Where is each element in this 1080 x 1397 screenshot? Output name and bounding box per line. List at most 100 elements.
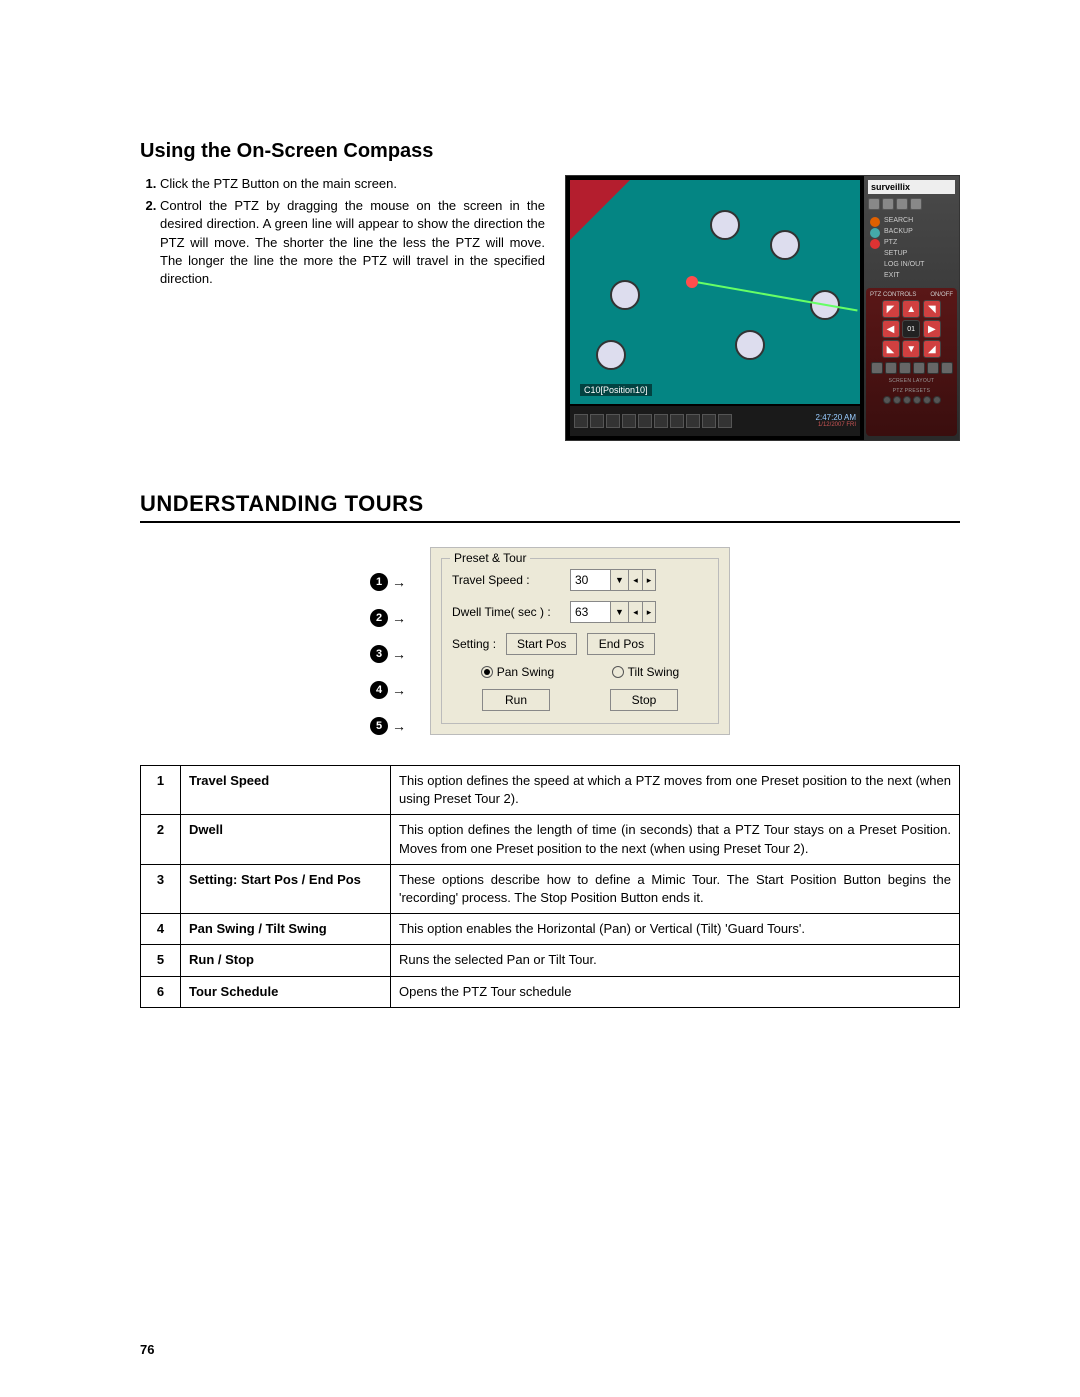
layout-icon[interactable] xyxy=(670,414,684,428)
preset-dot[interactable] xyxy=(923,396,931,404)
page-number: 76 xyxy=(140,1342,154,1357)
pan-swing-radio[interactable]: Pan Swing xyxy=(481,665,554,679)
layout-icon[interactable] xyxy=(638,414,652,428)
side-link-loginout[interactable]: LOG IN/OUT xyxy=(868,260,955,269)
ptz-focus-near[interactable] xyxy=(899,362,911,374)
preset-tour-dialog: Preset & Tour Travel Speed : ▼ ◂▸ Dwell … xyxy=(430,547,730,735)
preset-dot[interactable] xyxy=(883,396,891,404)
row-description: Runs the selected Pan or Tilt Tour. xyxy=(391,945,960,976)
row-number: 3 xyxy=(141,864,181,913)
callout-1: 1→ xyxy=(370,573,430,591)
ptz-zoom-in[interactable] xyxy=(885,362,897,374)
row-description: This option defines the length of time (… xyxy=(391,815,960,864)
instruction-step: Click the PTZ Button on the main screen. xyxy=(160,175,545,193)
dwell-time-dec[interactable]: ◂ xyxy=(628,601,642,623)
preset-dot[interactable] xyxy=(893,396,901,404)
run-button[interactable]: Run xyxy=(482,689,550,711)
row-description: This option defines the speed at which a… xyxy=(391,766,960,815)
row-name: Tour Schedule xyxy=(181,976,391,1007)
ptz-label-left: PTZ CONTROLS xyxy=(870,292,916,298)
travel-speed-inc[interactable]: ▸ xyxy=(642,569,656,591)
callout-3: 3→ xyxy=(370,645,430,663)
ptz-up-right[interactable]: ◥ xyxy=(923,300,941,318)
surveillance-screenshot: C10[Position10] surveillix SEARCH BACKUP P… xyxy=(565,175,960,441)
layout-icon[interactable] xyxy=(622,414,636,428)
ptz-down-right[interactable]: ◢ xyxy=(923,340,941,358)
table-row: 3Setting: Start Pos / End PosThese optio… xyxy=(141,864,960,913)
side-link-exit[interactable]: EXIT xyxy=(868,271,955,280)
layout-icon[interactable] xyxy=(718,414,732,428)
layout-icon[interactable] xyxy=(654,414,668,428)
stop-button[interactable]: Stop xyxy=(610,689,678,711)
preset-dot[interactable] xyxy=(933,396,941,404)
row-name: Pan Swing / Tilt Swing xyxy=(181,914,391,945)
ptz-label-right: ON/OFF xyxy=(930,292,953,298)
tours-heading: UNDERSTANDING TOURS xyxy=(140,491,960,523)
arrow-right-icon: → xyxy=(392,718,406,734)
ptz-right[interactable]: ▶ xyxy=(923,320,941,338)
ptz-center[interactable]: 01 xyxy=(902,320,920,338)
tilt-swing-radio[interactable]: Tilt Swing xyxy=(612,665,680,679)
callout-column: 1→2→3→4→5→ xyxy=(370,547,430,735)
extra-button[interactable] xyxy=(910,198,922,210)
close-button[interactable] xyxy=(896,198,908,210)
ptz-focus-far[interactable] xyxy=(913,362,925,374)
side-link-search[interactable]: SEARCH xyxy=(868,216,955,225)
travel-speed-label: Travel Speed : xyxy=(452,573,562,587)
ptz-iris-open[interactable] xyxy=(941,362,953,374)
start-pos-button[interactable]: Start Pos xyxy=(506,633,577,655)
setting-label: Setting : xyxy=(452,637,496,651)
brand-logo: surveillix xyxy=(868,180,955,194)
layout-icon[interactable] xyxy=(686,414,700,428)
table-row: 4Pan Swing / Tilt SwingThis option enabl… xyxy=(141,914,960,945)
layout-icon[interactable] xyxy=(590,414,604,428)
dwell-time-dropdown[interactable]: ▼ xyxy=(610,601,628,623)
travel-speed-input[interactable] xyxy=(570,569,610,591)
preset-dot[interactable] xyxy=(913,396,921,404)
side-link-setup[interactable]: SETUP xyxy=(868,249,955,258)
compass-heading: Using the On-Screen Compass xyxy=(140,140,960,163)
arrow-right-icon: → xyxy=(392,682,406,698)
max-button[interactable] xyxy=(882,198,894,210)
ptz-up-left[interactable]: ◤ xyxy=(882,300,900,318)
end-pos-button[interactable]: End Pos xyxy=(587,633,655,655)
side-link-backup[interactable]: BACKUP xyxy=(868,227,955,236)
camera-feed[interactable]: C10[Position10] xyxy=(570,180,860,404)
dialog-legend: Preset & Tour xyxy=(450,551,530,565)
row-number: 5 xyxy=(141,945,181,976)
layout-icon[interactable] xyxy=(606,414,620,428)
description-table: 1Travel SpeedThis option defines the spe… xyxy=(140,765,960,1008)
layout-icon[interactable] xyxy=(702,414,716,428)
ptz-down-left[interactable]: ◣ xyxy=(882,340,900,358)
ptz-down[interactable]: ▼ xyxy=(902,340,920,358)
travel-speed-dropdown[interactable]: ▼ xyxy=(610,569,628,591)
dwell-time-label: Dwell Time( sec ) : xyxy=(452,605,562,619)
camera-label: C10[Position10] xyxy=(580,384,652,396)
side-link-ptz[interactable]: PTZ xyxy=(868,238,955,247)
row-number: 6 xyxy=(141,976,181,1007)
window-controls xyxy=(868,198,955,210)
ptz-iris-close[interactable] xyxy=(927,362,939,374)
row-name: Dwell xyxy=(181,815,391,864)
min-button[interactable] xyxy=(868,198,880,210)
layout-icon[interactable] xyxy=(574,414,588,428)
arrow-right-icon: → xyxy=(392,610,406,626)
travel-speed-dec[interactable]: ◂ xyxy=(628,569,642,591)
preset-dot[interactable] xyxy=(903,396,911,404)
clock: 2:47:20 AM1/12/2007 FRI xyxy=(816,414,856,428)
ptz-left[interactable]: ◀ xyxy=(882,320,900,338)
table-row: 1Travel SpeedThis option defines the spe… xyxy=(141,766,960,815)
dwell-time-inc[interactable]: ▸ xyxy=(642,601,656,623)
row-name: Travel Speed xyxy=(181,766,391,815)
compass-origin-dot xyxy=(686,276,698,288)
ptz-control-panel: PTZ CONTROLSON/OFF ◤ ▲ ◥ ◀ 01 ▶ ◣ ▼ ◢ SC… xyxy=(866,288,957,436)
callout-4: 4→ xyxy=(370,681,430,699)
side-panel: surveillix SEARCH BACKUP PTZ SETUP LOG IN/OU… xyxy=(864,176,959,440)
bottom-toolbar: 2:47:20 AM1/12/2007 FRI xyxy=(570,406,860,436)
ptz-up[interactable]: ▲ xyxy=(902,300,920,318)
tours-section: UNDERSTANDING TOURS 1→2→3→4→5→ Preset & … xyxy=(140,491,960,1008)
arrow-right-icon: → xyxy=(392,646,406,662)
table-row: 5Run / StopRuns the selected Pan or Tilt… xyxy=(141,945,960,976)
ptz-zoom-out[interactable] xyxy=(871,362,883,374)
dwell-time-input[interactable] xyxy=(570,601,610,623)
